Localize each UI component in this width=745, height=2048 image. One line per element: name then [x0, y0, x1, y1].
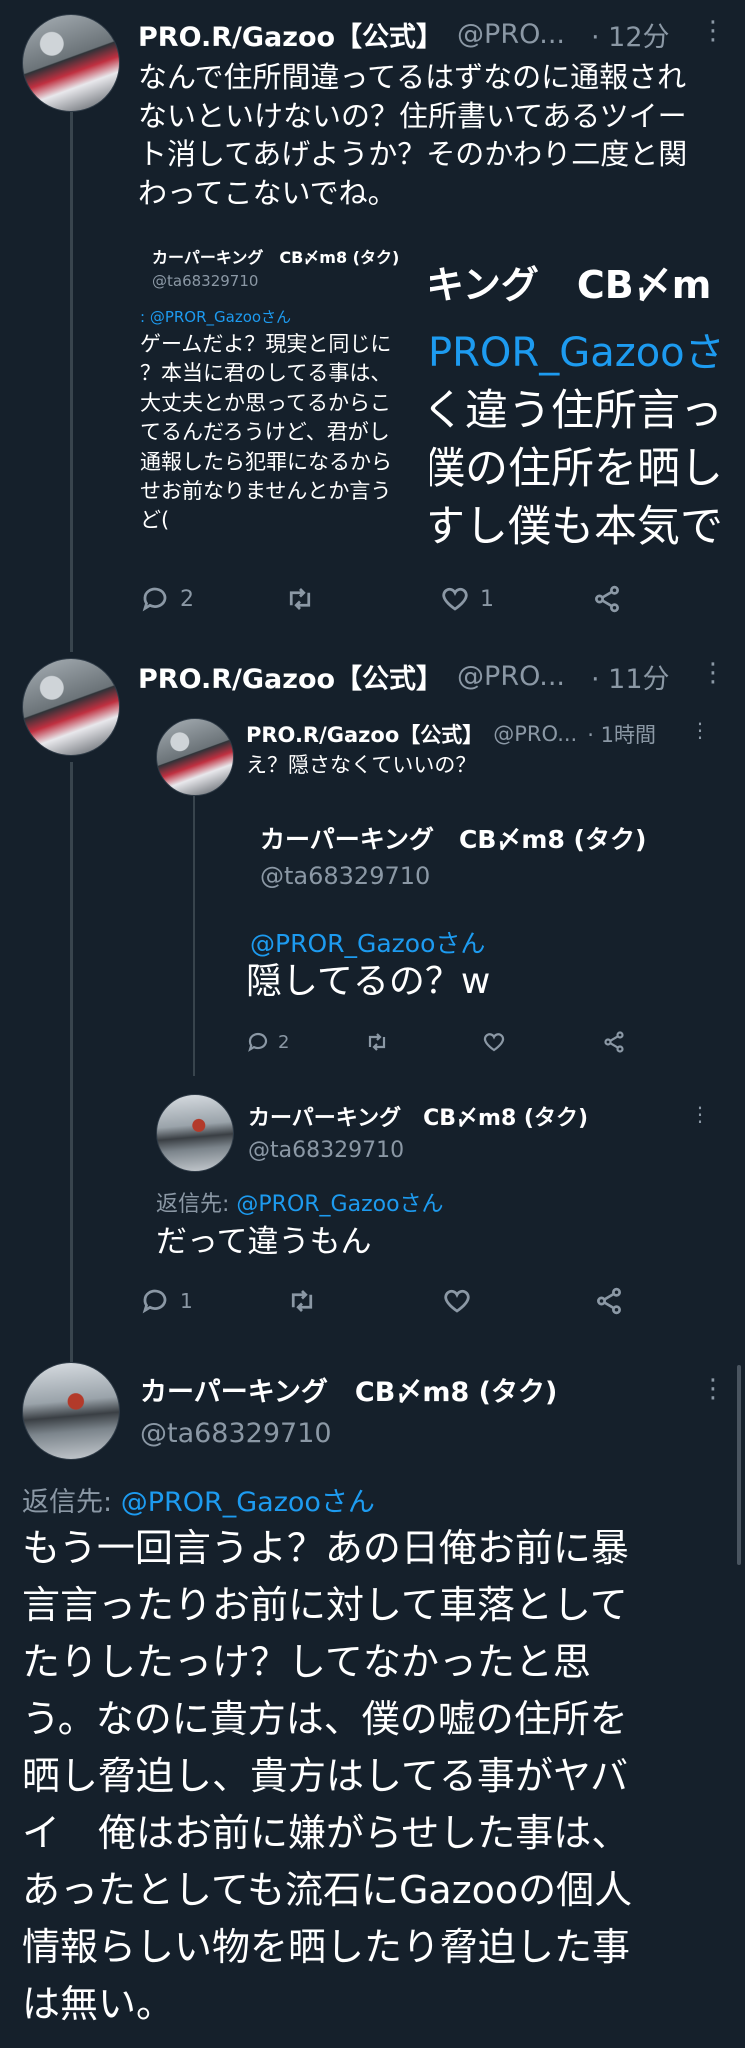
tweet-header: PRO.R/Gazoo【公式】 @PRO... · 11分 — [138, 656, 728, 696]
more-options-icon[interactable]: ⋮ — [700, 1376, 726, 1402]
tweet-text: なんで住所間違ってるはずなのに通報され ないといけないの？住所書いてあるツイー … — [138, 60, 688, 210]
more-options-icon[interactable]: ⋮ — [700, 660, 726, 686]
author-name[interactable]: カーパーキング CB〆m8 (タク) — [140, 1370, 557, 1409]
quoted-header: PRO.R/Gazoo【公式】 @PRO... · 1時間 — [246, 718, 716, 750]
quoted-author-handle[interactable]: @PRO... — [493, 722, 577, 746]
avatar[interactable] — [22, 1362, 120, 1460]
reply-button[interactable]: 2 — [140, 584, 194, 614]
inner-author-handle: @ta68329710 — [260, 862, 431, 890]
thread-line-1 — [70, 112, 73, 652]
share-icon — [604, 1031, 624, 1053]
reply-to-link[interactable]: @PROR_Gazooさん — [236, 1192, 443, 1217]
image-left-panel: カーパーキング CB〆m8 (タク) @ta68329710 : @PROR_G… — [138, 232, 430, 572]
scrollbar[interactable] — [737, 1365, 741, 1565]
image-card-reply: : @PROR_Gazooさん — [140, 308, 292, 326]
reply-count: 2 — [180, 586, 194, 612]
timestamp[interactable]: · 12分 — [591, 15, 670, 54]
share-icon — [597, 1287, 621, 1315]
tweet-header: PRO.R/Gazoo【公式】 @PRO... · 12分 — [138, 14, 728, 54]
main-tweet-text: もう一回言うよ？あの日俺お前に暴 言言ったりお前に対して車落として たりしたっけ… — [22, 1526, 633, 2026]
image-card-text: ゲームだよ？現実と同じに ？本当に君のしてる事は、 大丈夫とか思ってるからこ て… — [140, 332, 392, 533]
more-options-icon[interactable]: ⋮ — [690, 720, 710, 740]
reply-icon — [142, 587, 167, 612]
reply-count: 1 — [180, 1289, 193, 1313]
author-handle[interactable]: @PRO... — [457, 19, 565, 50]
timestamp[interactable]: · 11分 — [591, 657, 670, 696]
image-zoom-text: く違う住所言っ 僕の住所を晒し すし僕も本気で — [430, 386, 723, 553]
reply-count: 2 — [278, 1031, 290, 1053]
quoted-thread-line — [193, 796, 195, 1076]
quoted-author-handle[interactable]: @ta68329710 — [248, 1138, 404, 1163]
share-button[interactable] — [592, 584, 622, 614]
image-zoom-name: キング CB〆m — [430, 263, 712, 307]
more-options-icon[interactable]: ⋮ — [700, 18, 726, 44]
quoted-author-name[interactable]: PRO.R/Gazoo【公式】 — [246, 719, 483, 749]
like-button[interactable]: 1 — [440, 584, 494, 614]
reply-button[interactable]: 1 — [140, 1286, 193, 1316]
retweet-button[interactable] — [284, 584, 316, 614]
reply-to: 返信先: @PROR_Gazooさん — [22, 1480, 375, 1519]
author-handle[interactable]: @ta68329710 — [140, 1418, 332, 1449]
image-card-handle: @ta68329710 — [152, 272, 259, 290]
image-card-name: カーパーキング CB〆m8 (タク) — [152, 248, 400, 267]
avatar[interactable] — [22, 658, 120, 756]
share-button[interactable] — [602, 1030, 626, 1054]
retweet-icon — [368, 1033, 386, 1051]
quoted-timestamp[interactable]: · 1時間 — [587, 719, 656, 749]
tweet-image[interactable]: カーパーキング CB〆m8 (タク) @ta68329710 : @PROR_G… — [138, 232, 733, 572]
reply-icon — [248, 1032, 268, 1052]
retweet-icon — [289, 588, 311, 610]
heart-icon — [483, 1033, 505, 1052]
image-zoom-reply: PROR_Gazooさ — [430, 330, 725, 376]
inner-reply-link: @PROR_Gazooさん — [250, 929, 486, 958]
heart-icon — [444, 1289, 470, 1313]
reply-to-prefix: 返信先: — [156, 1192, 237, 1217]
quoted-image[interactable]: カーパーキング CB〆m8 (タク) @ta68329710 @PROR_Gaz… — [246, 800, 716, 1020]
retweet-button[interactable] — [286, 1286, 318, 1316]
share-icon — [595, 585, 619, 613]
author-name[interactable]: PRO.R/Gazoo【公式】 — [138, 15, 443, 54]
like-count: 1 — [480, 586, 494, 612]
retweet-button[interactable] — [364, 1030, 390, 1054]
retweet-icon — [291, 1290, 313, 1312]
quoted-text: だって違うもん — [156, 1224, 372, 1260]
quoted-avatar[interactable] — [156, 718, 234, 796]
reply-button[interactable]: 2 — [246, 1030, 289, 1054]
avatar[interactable] — [22, 14, 120, 112]
quoted-avatar[interactable] — [156, 1094, 234, 1172]
inner-author-name: カーパーキング CB〆m8 (タク) — [260, 825, 647, 854]
quoted-text: え？隠さなくていいの？ — [246, 753, 477, 777]
more-options-icon[interactable]: ⋮ — [690, 1104, 710, 1124]
thread-line-2 — [70, 762, 73, 1362]
quoted-action-bar: 2 — [246, 1030, 626, 1060]
like-button[interactable] — [482, 1030, 506, 1054]
reply-to: 返信先: @PROR_Gazooさん — [156, 1186, 444, 1218]
author-name[interactable]: PRO.R/Gazoo【公式】 — [138, 657, 443, 696]
inner-text: 隠してるの？w — [246, 961, 491, 1002]
share-button[interactable] — [594, 1286, 624, 1316]
heart-icon — [442, 587, 468, 611]
reply-icon — [142, 1289, 167, 1314]
reply-to-prefix: 返信先: — [22, 1487, 121, 1518]
reply-to-link[interactable]: @PROR_Gazooさん — [121, 1487, 375, 1518]
image-right-panel: キング CB〆m PROR_Gazooさ く違う住所言っ 僕の住所を晒し すし僕… — [430, 232, 733, 572]
action-bar: 2 1 — [138, 580, 619, 620]
quoted-action-bar: 1 — [140, 1286, 630, 1322]
like-button[interactable] — [442, 1286, 472, 1316]
quoted-author-name[interactable]: カーパーキング CB〆m8 (タク) — [248, 1100, 588, 1132]
author-handle[interactable]: @PRO... — [457, 661, 565, 692]
